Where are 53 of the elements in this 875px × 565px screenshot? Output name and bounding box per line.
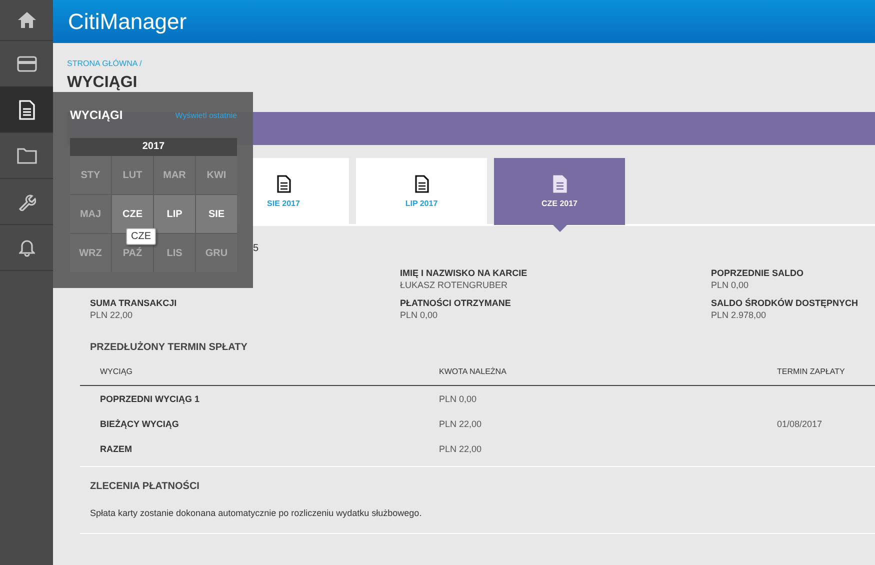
column-header: WYCIĄG bbox=[100, 367, 134, 376]
month-cell[interactable]: WRZ bbox=[70, 234, 111, 272]
breadcrumb-link[interactable]: STRONA GŁÓWNA / bbox=[67, 59, 142, 68]
field-label: SUMA TRANSAKCJI bbox=[90, 298, 178, 308]
table-cell-text: BIEŻĄCY WYCIĄG bbox=[100, 418, 180, 428]
section-title: ZLECENIA PŁATNOŚCI bbox=[89, 481, 200, 492]
column-header: KWOTA NALEŻNA bbox=[439, 367, 508, 376]
month-cell[interactable]: KWI bbox=[196, 156, 237, 194]
table-cell-text: POPRZEDNI WYCIĄG 1 bbox=[100, 394, 201, 404]
home-icon bbox=[16, 11, 36, 29]
column-header: TERMIN ZAPŁATY bbox=[777, 367, 846, 376]
wrench-icon bbox=[18, 192, 36, 210]
field-label: POPRZEDNIE SALDO bbox=[711, 268, 805, 278]
bell-icon bbox=[18, 238, 34, 256]
field-value: PLN 22,00 bbox=[90, 310, 134, 320]
tooltip: CZE bbox=[126, 228, 156, 245]
table-cell-text: PLN 22,00 bbox=[439, 444, 483, 454]
month-cell[interactable]: SIE bbox=[196, 195, 237, 233]
field-value: PLN 0,00 bbox=[400, 310, 439, 320]
document-icon bbox=[276, 175, 290, 193]
page-title: WYCIĄGI bbox=[67, 74, 138, 92]
document-icon bbox=[414, 175, 428, 193]
field-label: IMIĘ I NAZWISKO NA KARCIE bbox=[400, 268, 528, 278]
popup-title: WYCIĄGI bbox=[70, 108, 123, 122]
table-cell-text: PLN 0,00 bbox=[439, 394, 478, 404]
month-cell[interactable]: LIP bbox=[154, 195, 195, 233]
month-cell[interactable]: STY bbox=[70, 156, 111, 194]
partial-text: 5 bbox=[253, 243, 260, 254]
month-cell[interactable]: MAR bbox=[154, 156, 195, 194]
statement-card[interactable]: LIP 2017 bbox=[356, 158, 487, 225]
field-value: ŁUKASZ ROTENGRUBER bbox=[400, 280, 509, 290]
month-cell[interactable]: LIS bbox=[154, 234, 195, 272]
month-cell[interactable]: CZE bbox=[112, 195, 153, 233]
field-value: PLN 2.978,00 bbox=[711, 310, 768, 320]
month-cell[interactable]: MAJ bbox=[70, 195, 111, 233]
folder-icon bbox=[16, 147, 36, 164]
table-cell-text: PLN 22,00 bbox=[439, 418, 483, 428]
field-label: SALDO ŚRODKÓW DOSTĘPNYCH bbox=[711, 298, 860, 308]
document-icon bbox=[18, 100, 34, 120]
field-value: PLN 0,00 bbox=[711, 280, 750, 290]
card-icon bbox=[16, 56, 36, 72]
app-title: CitiManager bbox=[68, 8, 187, 34]
table-cell-text: RAZEM bbox=[100, 444, 133, 454]
table-cell-text: 01/08/2017 bbox=[777, 418, 824, 428]
document-icon bbox=[552, 175, 566, 193]
sidebar-item[interactable] bbox=[0, 87, 53, 133]
field-label: PŁATNOŚCI OTRZYMANE bbox=[400, 298, 512, 308]
month-cell[interactable]: LUT bbox=[112, 156, 153, 194]
section-title: PRZEDŁUŻONY TERMIN SPŁATY bbox=[89, 342, 248, 353]
info-text: Spłata karty zostanie dokonana automatycznie po rozliczeniu wydatku służbowego. bbox=[90, 508, 423, 518]
year-header: 2017 bbox=[70, 138, 237, 156]
show-latest-link[interactable]: Wyświetl ostatnie bbox=[175, 110, 237, 120]
month-cell[interactable]: GRU bbox=[196, 234, 237, 272]
